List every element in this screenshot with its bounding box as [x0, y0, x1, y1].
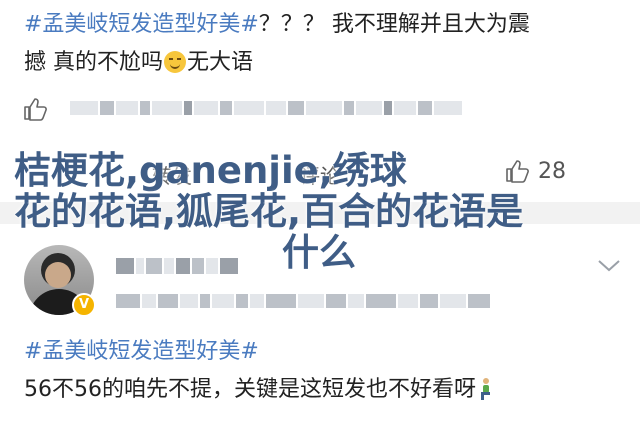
overlay-line3: 什么	[282, 231, 356, 274]
verified-badge-icon: V	[72, 293, 96, 317]
hashtag-link-2[interactable]: #孟美岐短发造型好美#	[24, 333, 259, 365]
post2-body: 56不56的咱先不提，关键是这短发也不好看呀	[24, 377, 476, 402]
post-text-line2-end: 无大语	[187, 50, 254, 75]
grimace-emoji-icon	[164, 51, 186, 73]
overlay-title: 桔梗花,ganenjie,绣球 花的花语,狐尾花,百合的花语是 什么	[14, 150, 614, 273]
overlay-line1: 桔梗花,ganenjie,绣球	[14, 149, 407, 192]
overlay-line2: 花的花语,狐尾花,百合的花语是	[14, 190, 524, 233]
post-text-line1: ？？？ 我不理解并且大为震	[258, 12, 530, 37]
post-text-2: 56不56的咱先不提，关键是这短发也不好看呀	[24, 371, 492, 403]
redacted-meta	[70, 101, 462, 115]
hashtag-link[interactable]: #孟美岐短发造型好美#	[24, 12, 259, 37]
post-body: #孟美岐短发造型好美#？？？ 我不理解并且大为震 撼 真的不尬吗 无大语	[24, 6, 624, 82]
post-text-line2: 撼 真的不尬吗	[24, 50, 163, 75]
redacted-timestamp	[116, 294, 490, 308]
kneeling-person-emoji-icon	[481, 378, 490, 400]
weibo-post-screen: #孟美岐短发造型好美#？？？ 我不理解并且大为震 撼 真的不尬吗 无大语 评论 转…	[0, 0, 640, 421]
thumbs-up-icon[interactable]	[22, 96, 48, 122]
